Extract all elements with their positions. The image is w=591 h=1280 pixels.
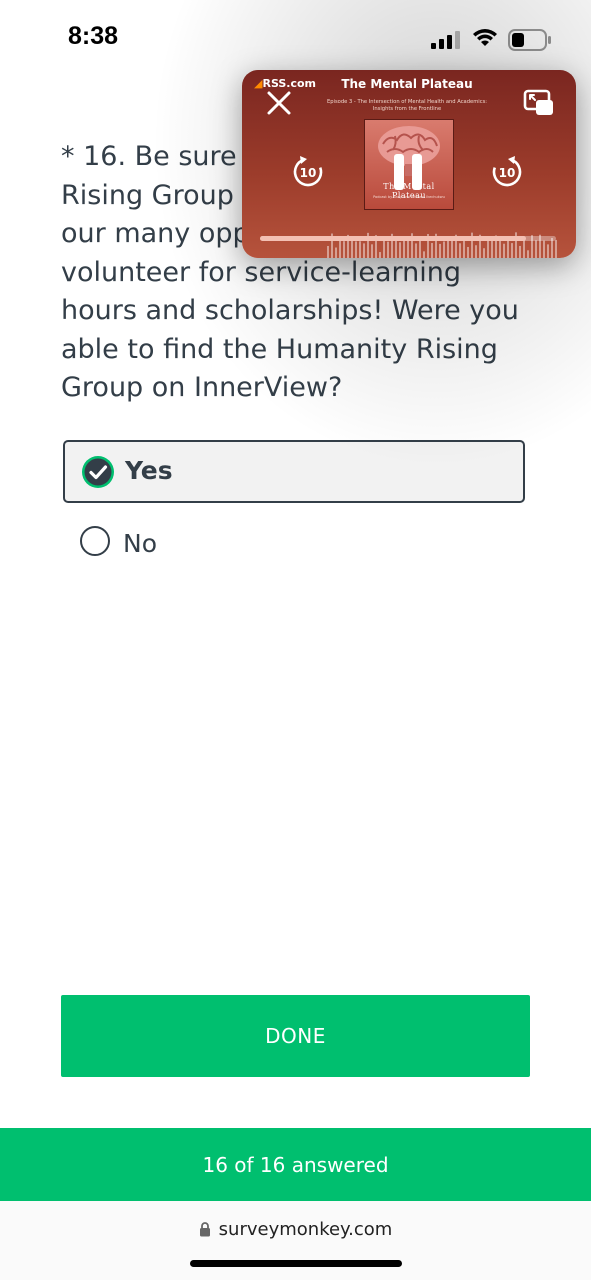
waveform-bar	[399, 242, 401, 258]
signal-icon	[431, 31, 460, 49]
waveform-bar	[439, 243, 441, 258]
playback-scrubber[interactable]	[260, 236, 556, 241]
radio-icon[interactable]	[80, 526, 110, 556]
waveform-bar	[511, 243, 513, 258]
waveform-bar	[475, 245, 477, 258]
waveform-bar	[363, 243, 365, 258]
waveform-bar	[395, 240, 397, 258]
answer-no-label: No	[123, 529, 157, 558]
waveform-bar	[535, 240, 537, 258]
close-icon[interactable]	[266, 90, 292, 116]
status-bar: 8:38	[0, 0, 591, 80]
waveform-bar	[327, 246, 329, 258]
waveform-bar	[371, 244, 373, 258]
battery-icon	[508, 29, 551, 51]
url-text: surveymonkey.com	[218, 1219, 393, 1240]
waveform-bar	[543, 240, 545, 258]
waveform-bar	[555, 239, 557, 258]
answer-yes-label: Yes	[125, 456, 173, 485]
rss-logo: ◢RSS.com	[254, 77, 317, 90]
waveform-bar	[423, 251, 425, 258]
waveform-bar	[403, 240, 405, 258]
waveform-bar	[443, 241, 445, 258]
waveform-bar	[527, 250, 529, 258]
waveform-bar	[355, 241, 357, 258]
waveform-bar	[503, 243, 505, 258]
waveform-bar	[343, 241, 345, 258]
waveform-bar	[487, 238, 489, 258]
pause-icon[interactable]	[392, 154, 424, 190]
skip-back-seconds: 10	[300, 166, 317, 180]
audio-waveform	[327, 232, 557, 258]
checkmark-icon	[82, 456, 114, 488]
skip-forward-seconds: 10	[499, 166, 516, 180]
lock-icon	[199, 1222, 210, 1237]
answer-yes-option[interactable]: Yes	[63, 440, 525, 503]
waveform-bar	[335, 247, 337, 258]
playback-progress-fill	[260, 236, 527, 241]
progress-footer: 16 of 16 answered	[0, 1128, 591, 1201]
progress-text: 16 of 16 answered	[202, 1152, 389, 1177]
skip-forward-10-icon[interactable]: 10	[489, 154, 525, 190]
done-button[interactable]: DONE	[61, 995, 530, 1077]
skip-back-10-icon[interactable]: 10	[290, 154, 326, 190]
waveform-bar	[407, 239, 409, 258]
waveform-bar	[519, 245, 521, 258]
waveform-bar	[447, 239, 449, 258]
waveform-bar	[415, 243, 417, 258]
waveform-bar	[459, 243, 461, 258]
waveform-bar	[463, 240, 465, 258]
url-display[interactable]: surveymonkey.com	[0, 1219, 591, 1240]
pip-show-title: The Mental Plateau	[341, 77, 473, 91]
waveform-bar	[467, 246, 469, 258]
status-time: 8:38	[68, 22, 119, 50]
waveform-bar	[431, 243, 433, 258]
waveform-bar	[387, 241, 389, 258]
home-indicator[interactable]	[190, 1260, 402, 1267]
waveform-bar	[507, 239, 509, 258]
waveform-bar	[359, 241, 361, 258]
wifi-icon	[473, 29, 497, 46]
waveform-bar	[547, 244, 549, 258]
pip-episode-title: Episode 3 - The Intersection of Mental H…	[326, 99, 488, 112]
pip-expand-icon[interactable]	[523, 89, 555, 117]
waveform-bar	[483, 248, 485, 258]
waveform-bar	[339, 239, 341, 258]
pip-player[interactable]: ◢RSS.com The Mental Plateau Episode 3 - …	[242, 70, 576, 258]
browser-url-bar: surveymonkey.com	[0, 1201, 591, 1280]
artwork-subtitle: Podcast by Banji and Princess Ikechukwu	[373, 195, 445, 199]
answer-no-option[interactable]: No	[80, 526, 280, 562]
waveform-bar	[491, 239, 493, 258]
waveform-bar	[379, 252, 381, 258]
